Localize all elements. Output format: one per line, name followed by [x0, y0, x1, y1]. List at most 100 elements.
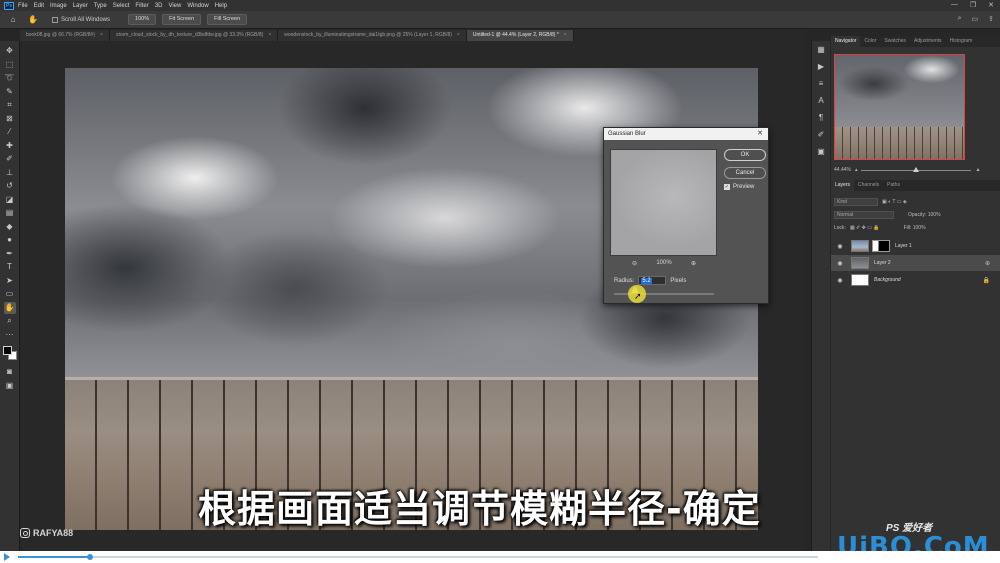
brush-panel-icon[interactable]: ✐	[815, 129, 827, 141]
healing-brush-tool-icon[interactable]: ✚	[4, 140, 16, 152]
zoom-out-mountain-icon[interactable]: ▴	[855, 167, 858, 173]
layer-row-background[interactable]: ◉ Background 🔒	[831, 272, 1000, 288]
scroll-all-windows-checkbox[interactable]: Scroll All Windows	[52, 16, 110, 23]
menu-image[interactable]: Image	[50, 3, 67, 9]
menu-layer[interactable]: Layer	[73, 3, 88, 9]
tab-color[interactable]: Color	[860, 36, 880, 47]
blur-tool-icon[interactable]: ◆	[4, 221, 16, 233]
navigator-zoom-thumb[interactable]	[913, 166, 920, 172]
menu-edit[interactable]: Edit	[34, 3, 44, 9]
menu-type[interactable]: Type	[94, 3, 107, 9]
fill-control[interactable]: Fill: 100%	[904, 225, 926, 231]
layer-row-layer-2[interactable]: ◉ Layer 2 ⊕	[831, 255, 1000, 271]
tab-untitled-1[interactable]: Untitled-1 @ 44.4% (Layer 2, RGB/8) * ×	[466, 30, 574, 41]
navigator-preview[interactable]	[834, 54, 965, 160]
minimize-icon[interactable]: —	[951, 1, 958, 9]
close-tab-icon[interactable]: ×	[268, 32, 271, 38]
path-selection-tool-icon[interactable]: ➤	[4, 275, 16, 287]
menu-select[interactable]: Select	[113, 3, 130, 9]
brush-tool-icon[interactable]: ✐	[4, 153, 16, 165]
fill-screen-button[interactable]: Fill Screen	[207, 14, 248, 25]
share-icon[interactable]: ⇪	[988, 15, 994, 23]
lasso-tool-icon[interactable]: ➰	[4, 72, 16, 84]
color-swatches[interactable]	[2, 346, 17, 360]
blend-mode-select[interactable]: Normal	[834, 210, 894, 219]
quick-mask-icon[interactable]: ◙	[4, 366, 16, 378]
tab-swatches[interactable]: Swatches	[880, 36, 910, 47]
tab-adjustments[interactable]: Adjustments	[910, 36, 946, 47]
navigator-zoom-level[interactable]: 44.44%	[834, 167, 851, 173]
dodge-tool-icon[interactable]: ●	[4, 234, 16, 246]
menu-help[interactable]: Help	[215, 3, 227, 9]
progress-knob[interactable]	[87, 554, 93, 560]
foreground-color[interactable]	[2, 346, 12, 355]
menu-filter[interactable]: Filter	[135, 3, 148, 9]
blur-preview[interactable]	[610, 149, 717, 256]
layer-mask-thumbnail[interactable]	[872, 240, 890, 252]
cancel-button[interactable]: Cancel	[724, 167, 766, 179]
tab-book08[interactable]: book08.jpg @ 66.7% (RGB/8#) ×	[20, 30, 110, 41]
dialog-title-bar[interactable]: Gaussian Blur ✕	[604, 128, 768, 140]
opacity-control[interactable]: Opacity: 100%	[908, 212, 941, 218]
menu-file[interactable]: File	[18, 3, 28, 9]
layer-row-layer-1[interactable]: ◉ Layer 1	[831, 238, 1000, 254]
frame-tool-icon[interactable]: ⊠	[4, 113, 16, 125]
zoom-in-mountain-icon[interactable]: ▲	[975, 167, 980, 173]
gradient-tool-icon[interactable]: ▤	[4, 207, 16, 219]
eye-icon[interactable]: ◉	[835, 260, 845, 267]
pen-tool-icon[interactable]: ✒	[4, 248, 16, 260]
tab-woodenstock[interactable]: woodenstock_by_illuminatimgstrame_dai1tg…	[278, 30, 467, 41]
ok-button[interactable]: OK	[724, 149, 766, 161]
radius-input[interactable]: 5.2	[638, 276, 667, 285]
close-tab-icon[interactable]: ×	[100, 32, 103, 38]
tab-histogram[interactable]: Histogram	[946, 36, 977, 47]
close-tab-icon[interactable]: ×	[564, 32, 567, 38]
libraries-panel-icon[interactable]: ▣	[815, 146, 827, 158]
menu-window[interactable]: Window	[187, 3, 208, 9]
menu-3d[interactable]: 3D	[155, 3, 163, 9]
play-actions-icon[interactable]: ▶	[815, 61, 827, 73]
layer-kind-filter[interactable]: Kind	[834, 197, 878, 206]
paragraph-panel-icon[interactable]: ¶	[815, 112, 827, 124]
hand-tool-icon[interactable]: ✋	[28, 15, 38, 25]
tab-paths[interactable]: Paths	[883, 180, 904, 191]
type-tool-icon[interactable]: T	[4, 261, 16, 273]
zoom-100-button[interactable]: 100%	[128, 14, 157, 25]
home-icon[interactable]: ⌂	[8, 15, 18, 25]
close-icon[interactable]: ✕	[988, 1, 994, 9]
progress-track[interactable]	[18, 556, 818, 558]
marquee-tool-icon[interactable]: ⬚	[4, 59, 16, 71]
search-icon[interactable]: ⌕	[958, 15, 962, 23]
close-tab-icon[interactable]: ×	[457, 32, 460, 38]
zoom-out-icon[interactable]: ⊖	[632, 260, 637, 267]
eye-icon[interactable]: ◉	[835, 243, 845, 250]
video-progress-bar[interactable]	[0, 551, 1000, 563]
eye-icon[interactable]: ◉	[835, 277, 845, 284]
zoom-in-icon[interactable]: ⊕	[691, 260, 696, 267]
history-panel-icon[interactable]: ▦	[815, 44, 827, 56]
eyedropper-tool-icon[interactable]: ⁄	[4, 126, 16, 138]
navigator-zoom-slider[interactable]	[861, 166, 972, 172]
lock-icons[interactable]: ▦ ✐ ✥ ▭ 🔒	[850, 225, 880, 231]
maximize-icon[interactable]: ❐	[970, 1, 976, 9]
tab-layers[interactable]: Layers	[831, 180, 855, 191]
tab-channels[interactable]: Channels	[854, 180, 883, 191]
clone-stamp-tool-icon[interactable]: ⊥	[4, 167, 16, 179]
play-icon[interactable]	[4, 553, 10, 561]
fit-screen-button[interactable]: Fit Screen	[162, 14, 202, 25]
move-tool-icon[interactable]: ✥	[4, 45, 16, 57]
quick-select-tool-icon[interactable]: ✎	[4, 86, 16, 98]
properties-panel-icon[interactable]: ≡	[815, 78, 827, 90]
zoom-tool-icon[interactable]: ⌕	[4, 315, 16, 327]
workspace-icon[interactable]: ▭	[972, 15, 979, 23]
history-brush-tool-icon[interactable]: ↺	[4, 180, 16, 192]
preview-checkbox[interactable]: ✓ Preview	[724, 184, 754, 190]
tab-storm-cloud[interactable]: storm_cloud_stock_by_dh_texture_d3bdfdw.…	[109, 30, 279, 41]
eraser-tool-icon[interactable]: ◪	[4, 194, 16, 206]
hand-tool-icon[interactable]: ✋	[3, 301, 16, 314]
screen-mode-icon[interactable]: ▣	[4, 380, 16, 392]
crop-tool-icon[interactable]: ⌗	[4, 99, 16, 111]
filter-icons[interactable]: ▣ ◐ T ▭ ◈	[882, 199, 907, 205]
character-panel-icon[interactable]: A	[815, 95, 827, 107]
menu-view[interactable]: View	[168, 3, 181, 9]
